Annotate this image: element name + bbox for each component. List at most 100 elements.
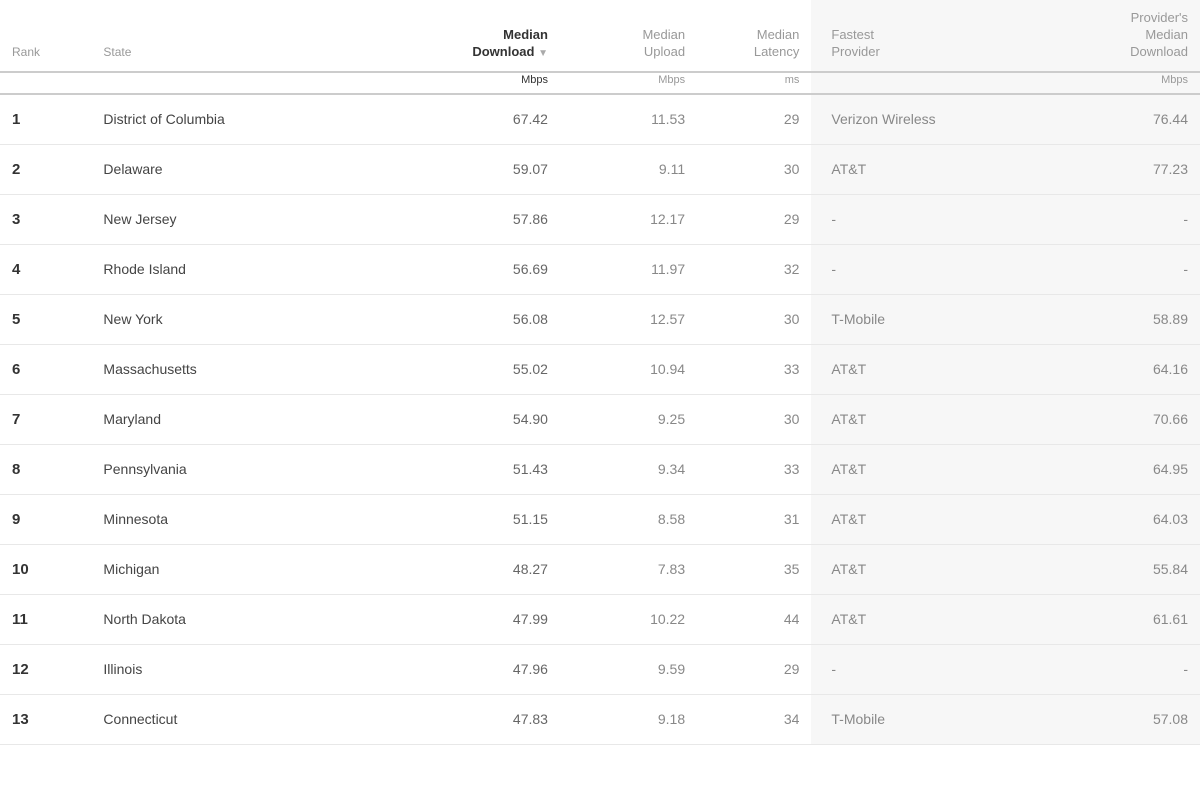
fastest-provider-cell: AT&T — [811, 444, 1017, 494]
table-row: 1District of Columbia67.4211.5329Verizon… — [0, 94, 1200, 145]
upload-unit: Mbps — [560, 72, 697, 94]
state-cell: Maryland — [91, 394, 377, 444]
fastest-provider-cell: - — [811, 244, 1017, 294]
table-row: 2Delaware59.079.1130AT&T77.23 — [0, 144, 1200, 194]
provider-download-cell: 76.44 — [1017, 94, 1200, 145]
fastest-provider-cell: AT&T — [811, 594, 1017, 644]
provider-download-unit: Mbps — [1017, 72, 1200, 94]
table-row: 9Minnesota51.158.5831AT&T64.03 — [0, 494, 1200, 544]
upload-cell: 9.11 — [560, 144, 697, 194]
provider-download-cell: 58.89 — [1017, 294, 1200, 344]
fastest-provider-cell: AT&T — [811, 144, 1017, 194]
latency-cell: 33 — [697, 444, 811, 494]
table-body: 1District of Columbia67.4211.5329Verizon… — [0, 94, 1200, 745]
col-upload-header: MedianUpload — [560, 0, 697, 72]
provider-download-cell: 64.95 — [1017, 444, 1200, 494]
fastest-provider-cell: AT&T — [811, 394, 1017, 444]
upload-cell: 12.57 — [560, 294, 697, 344]
col-state-header: State — [91, 0, 377, 72]
rank-cell: 11 — [0, 594, 91, 644]
table-row: 13Connecticut47.839.1834T-Mobile57.08 — [0, 694, 1200, 744]
table-row: 12Illinois47.969.5929-- — [0, 644, 1200, 694]
provider-download-cell: 55.84 — [1017, 544, 1200, 594]
download-cell: 47.83 — [377, 694, 560, 744]
table-row: 11North Dakota47.9910.2244AT&T61.61 — [0, 594, 1200, 644]
upload-cell: 7.83 — [560, 544, 697, 594]
latency-cell: 30 — [697, 294, 811, 344]
latency-cell: 29 — [697, 194, 811, 244]
latency-cell: 30 — [697, 144, 811, 194]
download-cell: 51.43 — [377, 444, 560, 494]
col-provider-label: Provider'sMedianDownload — [1130, 10, 1188, 59]
download-cell: 47.99 — [377, 594, 560, 644]
fastest-provider-cell: AT&T — [811, 344, 1017, 394]
latency-unit: ms — [697, 72, 811, 94]
state-unit — [91, 72, 377, 94]
download-cell: 55.02 — [377, 344, 560, 394]
col-download-header[interactable]: MedianDownload ▼ — [377, 0, 560, 72]
upload-cell: 8.58 — [560, 494, 697, 544]
provider-download-cell: 57.08 — [1017, 694, 1200, 744]
state-cell: New Jersey — [91, 194, 377, 244]
rank-cell: 7 — [0, 394, 91, 444]
rank-unit — [0, 72, 91, 94]
download-cell: 48.27 — [377, 544, 560, 594]
latency-cell: 35 — [697, 544, 811, 594]
provider-download-cell: 61.61 — [1017, 594, 1200, 644]
fastest-provider-cell: - — [811, 644, 1017, 694]
upload-cell: 9.34 — [560, 444, 697, 494]
download-cell: 57.86 — [377, 194, 560, 244]
rank-cell: 2 — [0, 144, 91, 194]
provider-download-cell: 77.23 — [1017, 144, 1200, 194]
latency-cell: 29 — [697, 644, 811, 694]
rank-cell: 13 — [0, 694, 91, 744]
state-cell: Minnesota — [91, 494, 377, 544]
rank-cell: 4 — [0, 244, 91, 294]
upload-cell: 11.97 — [560, 244, 697, 294]
download-cell: 67.42 — [377, 94, 560, 145]
table-row: 4Rhode Island56.6911.9732-- — [0, 244, 1200, 294]
provider-download-cell: 64.16 — [1017, 344, 1200, 394]
rank-cell: 5 — [0, 294, 91, 344]
provider-download-cell: - — [1017, 644, 1200, 694]
download-cell: 54.90 — [377, 394, 560, 444]
header-row: Rank State MedianDownload ▼ MedianUpload… — [0, 0, 1200, 72]
latency-cell: 30 — [697, 394, 811, 444]
table-container: Rank State MedianDownload ▼ MedianUpload… — [0, 0, 1200, 745]
table-row: 3New Jersey57.8612.1729-- — [0, 194, 1200, 244]
rank-cell: 10 — [0, 544, 91, 594]
upload-cell: 11.53 — [560, 94, 697, 145]
upload-cell: 10.22 — [560, 594, 697, 644]
latency-cell: 31 — [697, 494, 811, 544]
table-row: 10Michigan48.277.8335AT&T55.84 — [0, 544, 1200, 594]
col-latency-header: MedianLatency — [697, 0, 811, 72]
download-cell: 51.15 — [377, 494, 560, 544]
state-cell: Massachusetts — [91, 344, 377, 394]
state-cell: Michigan — [91, 544, 377, 594]
sort-icon[interactable]: ▼ — [538, 47, 548, 60]
fastest-provider-cell: T-Mobile — [811, 294, 1017, 344]
provider-download-cell: - — [1017, 244, 1200, 294]
provider-download-cell: 64.03 — [1017, 494, 1200, 544]
upload-cell: 12.17 — [560, 194, 697, 244]
col-rank-header: Rank — [0, 0, 91, 72]
state-cell: Delaware — [91, 144, 377, 194]
latency-cell: 29 — [697, 94, 811, 145]
state-cell: Connecticut — [91, 694, 377, 744]
provider-download-cell: - — [1017, 194, 1200, 244]
rank-cell: 1 — [0, 94, 91, 145]
rankings-table: Rank State MedianDownload ▼ MedianUpload… — [0, 0, 1200, 745]
state-cell: Rhode Island — [91, 244, 377, 294]
rank-cell: 6 — [0, 344, 91, 394]
rank-cell: 9 — [0, 494, 91, 544]
table-row: 8Pennsylvania51.439.3433AT&T64.95 — [0, 444, 1200, 494]
fastest-unit — [811, 72, 1017, 94]
state-cell: District of Columbia — [91, 94, 377, 145]
upload-cell: 9.18 — [560, 694, 697, 744]
download-unit: Mbps — [377, 72, 560, 94]
fastest-provider-cell: AT&T — [811, 494, 1017, 544]
latency-cell: 33 — [697, 344, 811, 394]
table-row: 6Massachusetts55.0210.9433AT&T64.16 — [0, 344, 1200, 394]
download-cell: 56.08 — [377, 294, 560, 344]
state-cell: Pennsylvania — [91, 444, 377, 494]
